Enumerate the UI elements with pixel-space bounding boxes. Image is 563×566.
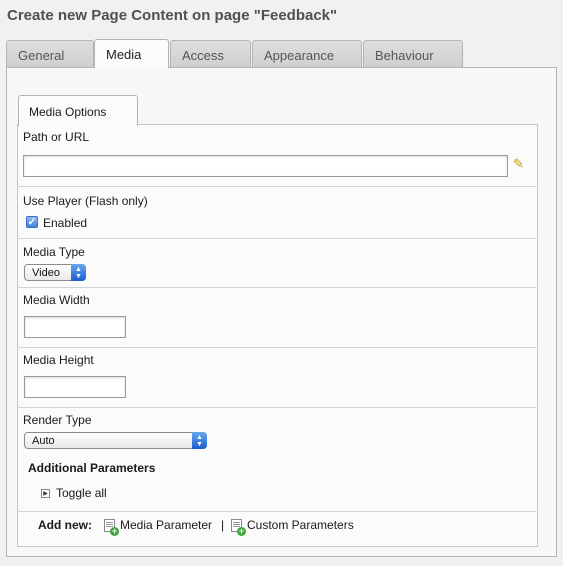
- tab-behaviour[interactable]: Behaviour: [363, 40, 463, 67]
- media-type-select[interactable]: Video ▲ ▼: [24, 264, 86, 281]
- render-type-label: Render Type: [23, 413, 92, 427]
- expand-triangle-icon: ▶: [41, 489, 50, 498]
- render-type-select[interactable]: Auto ▲ ▼: [24, 432, 207, 449]
- media-type-label: Media Type: [23, 245, 85, 259]
- add-new-row: Add new: Media Parameter | Custom Parame…: [17, 512, 538, 546]
- add-custom-parameters-link[interactable]: Custom Parameters: [230, 518, 365, 536]
- media-width-section: Media Width: [17, 288, 538, 348]
- media-parameter-label: Media Parameter: [120, 518, 213, 532]
- add-new-label: Add new:: [38, 518, 92, 532]
- media-type-section: Media Type Video ▲ ▼: [17, 239, 538, 288]
- add-document-icon: [104, 519, 119, 536]
- additional-parameters-section: Additional Parameters ▶ Toggle all: [17, 456, 538, 512]
- chevron-updown-icon: ▲ ▼: [192, 432, 207, 449]
- tab-media[interactable]: Media: [94, 39, 169, 68]
- add-media-parameter-link[interactable]: Media Parameter: [103, 518, 218, 536]
- media-height-section: Media Height: [17, 348, 538, 408]
- toggle-all-label: Toggle all: [56, 486, 107, 500]
- path-input[interactable]: [23, 155, 508, 177]
- toggle-all-link[interactable]: ▶ Toggle all: [39, 486, 139, 500]
- tab-appearance[interactable]: Appearance: [252, 40, 362, 67]
- media-height-label: Media Height: [23, 353, 94, 367]
- custom-parameters-label: Custom Parameters: [247, 518, 354, 532]
- media-width-label: Media Width: [23, 293, 90, 307]
- render-type-section: Render Type Auto ▲ ▼: [17, 408, 538, 456]
- tab-general[interactable]: General: [6, 40, 94, 67]
- page-title: Create new Page Content on page "Feedbac…: [7, 7, 338, 24]
- media-type-value: Video: [32, 267, 60, 279]
- enabled-label: Enabled: [43, 216, 88, 230]
- tab-access[interactable]: Access: [170, 40, 251, 67]
- additional-parameters-title: Additional Parameters: [28, 461, 156, 475]
- media-height-input[interactable]: [24, 376, 126, 398]
- wand-wizard-icon[interactable]: ✎: [513, 157, 529, 171]
- path-section: Path or URL ✎: [17, 125, 538, 187]
- path-label: Path or URL: [23, 130, 90, 144]
- enabled-checkbox[interactable]: ✓: [26, 216, 38, 228]
- render-type-value: Auto: [32, 435, 55, 447]
- use-player-label: Use Player (Flash only): [23, 194, 148, 208]
- link-separator: |: [221, 518, 225, 532]
- add-document-icon: [231, 519, 246, 536]
- media-width-input[interactable]: [24, 316, 126, 338]
- chevron-updown-icon: ▲ ▼: [71, 264, 86, 281]
- use-player-section: Use Player (Flash only) ✓ Enabled: [17, 187, 538, 239]
- tab-media-options[interactable]: Media Options: [18, 95, 138, 126]
